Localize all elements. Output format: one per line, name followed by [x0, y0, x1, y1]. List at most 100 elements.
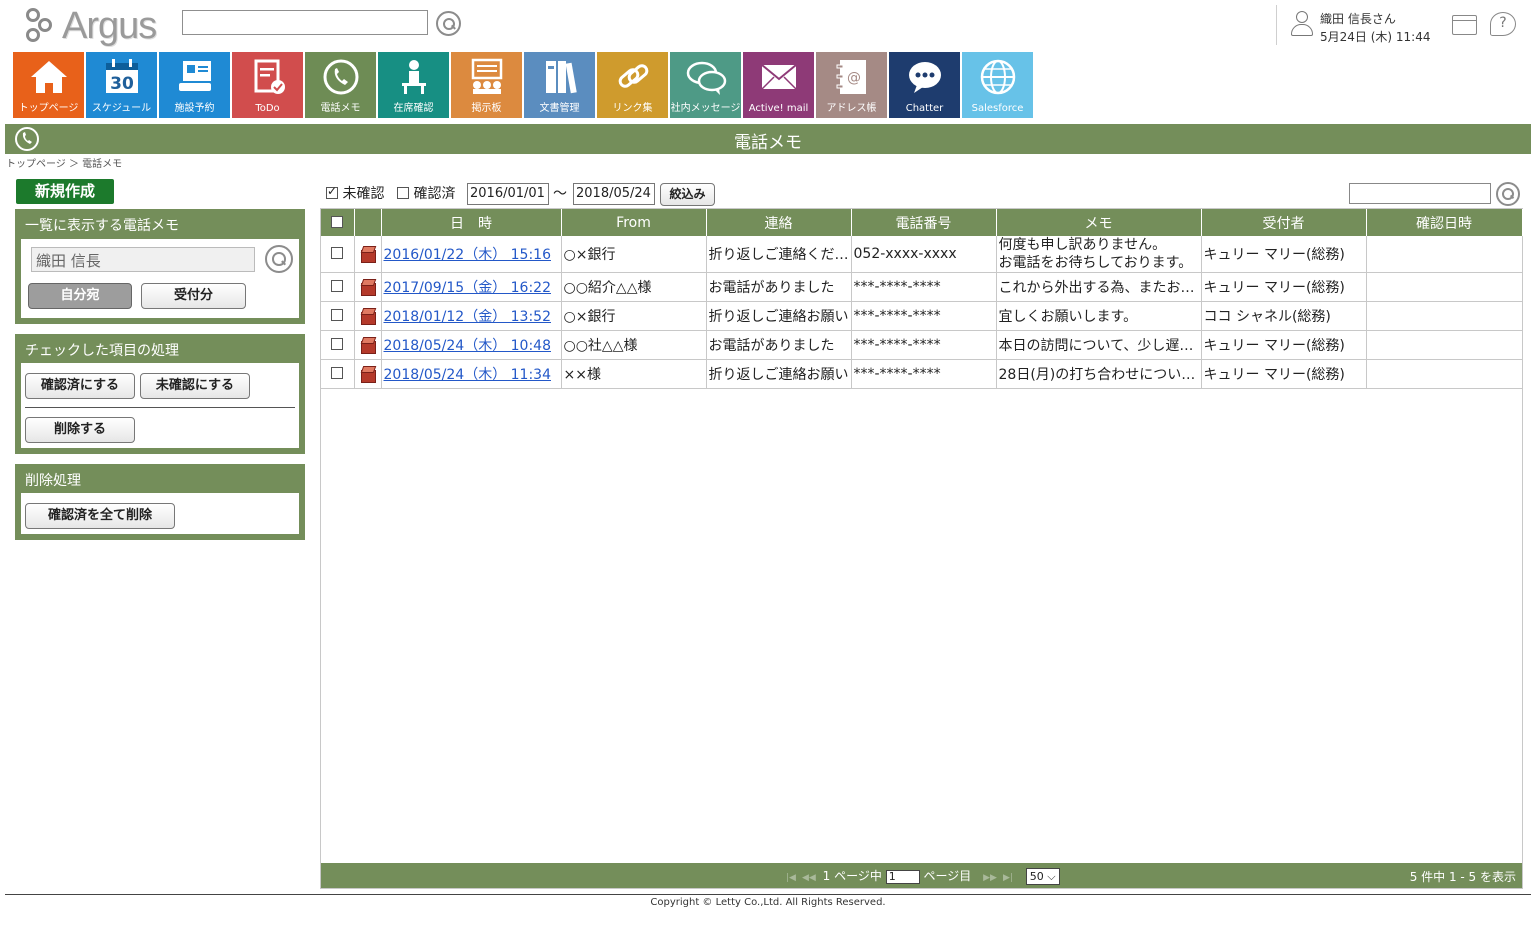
window-icon[interactable] — [1452, 15, 1477, 35]
contact-cell: 折り返しご連絡お願い — [706, 301, 852, 331]
per-page-select[interactable]: 50 ⌵ — [1025, 868, 1060, 885]
header-datetime[interactable]: 日 時 — [381, 209, 562, 236]
row-select-cell[interactable] — [321, 236, 355, 273]
pager: |◀ ◀◀ 1 ページ中 1 ページ目 ▶▶ ▶| 50 ⌵ 5 件中 1 - 5 … — [321, 863, 1522, 888]
datetime-cell[interactable]: 2018/01/12（金） 13:52 — [381, 301, 562, 331]
header-from[interactable]: From — [561, 209, 707, 236]
tile-label: Chatter — [905, 103, 944, 114]
tile-attendance[interactable]: 在席確認 — [378, 52, 449, 118]
memo-cell: 本日の訪問について、少し遅… — [996, 330, 1202, 360]
header-phone[interactable]: 電話番号 — [851, 209, 997, 236]
unread-box-icon — [360, 279, 376, 296]
last-page-icon[interactable]: ▶| — [1003, 873, 1013, 883]
memo-search-icon[interactable] — [1496, 182, 1520, 206]
list-filter-panel: 一覧に表示する電話メモ 織田 信長 自分宛 受付分 — [15, 209, 305, 324]
row-select-cell[interactable] — [321, 359, 355, 389]
datetime-cell[interactable]: 2017/09/15（金） 16:22 — [381, 272, 562, 302]
tile-label: Salesforce — [971, 103, 1024, 114]
prev-page-icon[interactable]: ◀◀ — [802, 873, 816, 883]
memo-cell: 28日(月)の打ち合わせについ… — [996, 359, 1202, 389]
app-launcher: トップページ 30 スケジュール 施設予約 ToDo 電話メモ 在席確認 掲示板… — [13, 52, 1035, 118]
unconfirmed-filter[interactable]: 未確認 — [326, 183, 384, 203]
tile-facility[interactable]: 施設予約 — [159, 52, 230, 118]
user-name[interactable]: 織田 信長さん — [1320, 10, 1396, 27]
panel-title: 一覧に表示する電話メモ — [25, 218, 179, 234]
row-select-cell[interactable] — [321, 301, 355, 331]
breadcrumb[interactable]: トップページ ＞ 電話メモ — [6, 155, 122, 170]
tile-phone-memo[interactable]: 電話メモ — [305, 52, 376, 118]
confirmed-at-cell — [1366, 330, 1523, 360]
document-icon — [545, 61, 577, 94]
header-contact[interactable]: 連絡 — [706, 209, 852, 236]
mark-unconfirmed-button[interactable]: 未確認にする — [140, 373, 250, 399]
row-checkbox[interactable] — [331, 367, 344, 379]
tile-salesforce[interactable]: Salesforce — [962, 52, 1033, 118]
unconfirmed-checkbox[interactable] — [326, 184, 338, 199]
user-search-icon[interactable] — [265, 245, 293, 273]
new-memo-button[interactable]: 新規作成 — [16, 179, 114, 204]
tile-label: Active! mail — [748, 103, 809, 114]
select-all-checkbox[interactable] — [331, 215, 344, 228]
tile-todo[interactable]: ToDo — [232, 52, 303, 118]
memo-link[interactable]: 2018/05/24（木） 10:48 — [384, 338, 552, 354]
header-memo[interactable]: メモ — [996, 209, 1202, 236]
receiver-cell: ココ シャネル(総務) — [1201, 301, 1367, 331]
tile-schedule[interactable]: 30 スケジュール — [86, 52, 157, 118]
unread-box-icon — [360, 308, 376, 325]
select-all-header[interactable] — [321, 209, 355, 236]
status-header — [354, 209, 382, 236]
page-number-input[interactable]: 1 — [885, 869, 920, 884]
header-confirmed-at[interactable]: 確認日時 — [1366, 209, 1523, 236]
tile-label: アドレス帳 — [826, 103, 877, 114]
received-button[interactable]: 受付分 — [141, 283, 246, 309]
memo-link[interactable]: 2016/01/22（木） 15:16 — [384, 247, 552, 263]
tile-links[interactable]: リンク集 — [597, 52, 668, 118]
confirmed-filter[interactable]: 確認済 — [397, 183, 455, 203]
phone-icon — [323, 59, 358, 95]
delete-all-confirmed-button[interactable]: 確認済を全て削除 — [25, 503, 175, 529]
global-search-icon[interactable] — [436, 11, 461, 36]
first-page-icon[interactable]: |◀ — [786, 873, 796, 883]
mark-confirmed-button[interactable]: 確認済にする — [25, 373, 135, 399]
row-select-cell[interactable] — [321, 330, 355, 360]
row-select-cell[interactable] — [321, 272, 355, 302]
datetime-cell[interactable]: 2016/01/22（木） 15:16 — [381, 236, 562, 273]
page-prefix: 1 ページ中 — [822, 869, 882, 883]
mine-button[interactable]: 自分宛 — [28, 283, 132, 309]
tile-top-page[interactable]: トップページ — [13, 52, 84, 118]
date-to-input[interactable]: 2018/05/24 — [573, 183, 655, 205]
unread-box-icon — [360, 246, 376, 263]
tile-bulletin[interactable]: 掲示板 — [451, 52, 522, 118]
delete-button[interactable]: 削除する — [25, 417, 135, 443]
date-from-input[interactable]: 2016/01/01 — [467, 183, 549, 205]
help-icon[interactable]: ? — [1490, 12, 1516, 36]
tile-documents[interactable]: 文書管理 — [524, 52, 595, 118]
datetime-cell[interactable]: 2018/05/24（木） 10:48 — [381, 330, 562, 360]
memo-link[interactable]: 2018/05/24（木） 11:34 — [384, 367, 552, 383]
tile-address-book[interactable]: @ アドレス帳 — [816, 52, 887, 118]
datetime-cell[interactable]: 2018/05/24（木） 11:34 — [381, 359, 562, 389]
confirmed-checkbox[interactable] — [397, 187, 409, 199]
facility-icon — [178, 61, 211, 91]
row-checkbox[interactable] — [331, 247, 344, 259]
tile-active-mail[interactable]: Active! mail — [743, 52, 814, 118]
header-receiver[interactable]: 受付者 — [1201, 209, 1367, 236]
memo-link[interactable]: 2017/09/15（金） 16:22 — [384, 280, 552, 296]
filter-button[interactable]: 絞込み — [660, 183, 715, 206]
memo-link[interactable]: 2018/01/12（金） 13:52 — [384, 309, 552, 325]
row-checkbox[interactable] — [331, 280, 344, 292]
phone-cell: ***-****-**** — [851, 272, 997, 302]
tile-label: ToDo — [255, 103, 280, 114]
argus-logo[interactable]: Argus — [24, 4, 172, 48]
global-search-input[interactable] — [182, 10, 428, 35]
page-title-bar: 電話メモ — [5, 124, 1531, 154]
row-checkbox[interactable] — [331, 338, 344, 350]
row-checkbox[interactable] — [331, 309, 344, 321]
table-row: 2016/01/22（木） 15:16 ○×銀行 折り返しご連絡ください 052… — [321, 236, 1523, 273]
tile-internal-message[interactable]: 社内メッセージ — [670, 52, 741, 118]
target-user-field[interactable]: 織田 信長 — [31, 247, 255, 272]
memo-search-input[interactable] — [1349, 183, 1491, 204]
tile-chatter[interactable]: Chatter — [889, 52, 960, 118]
next-page-icon[interactable]: ▶▶ — [983, 873, 997, 883]
message-icon — [686, 61, 726, 95]
